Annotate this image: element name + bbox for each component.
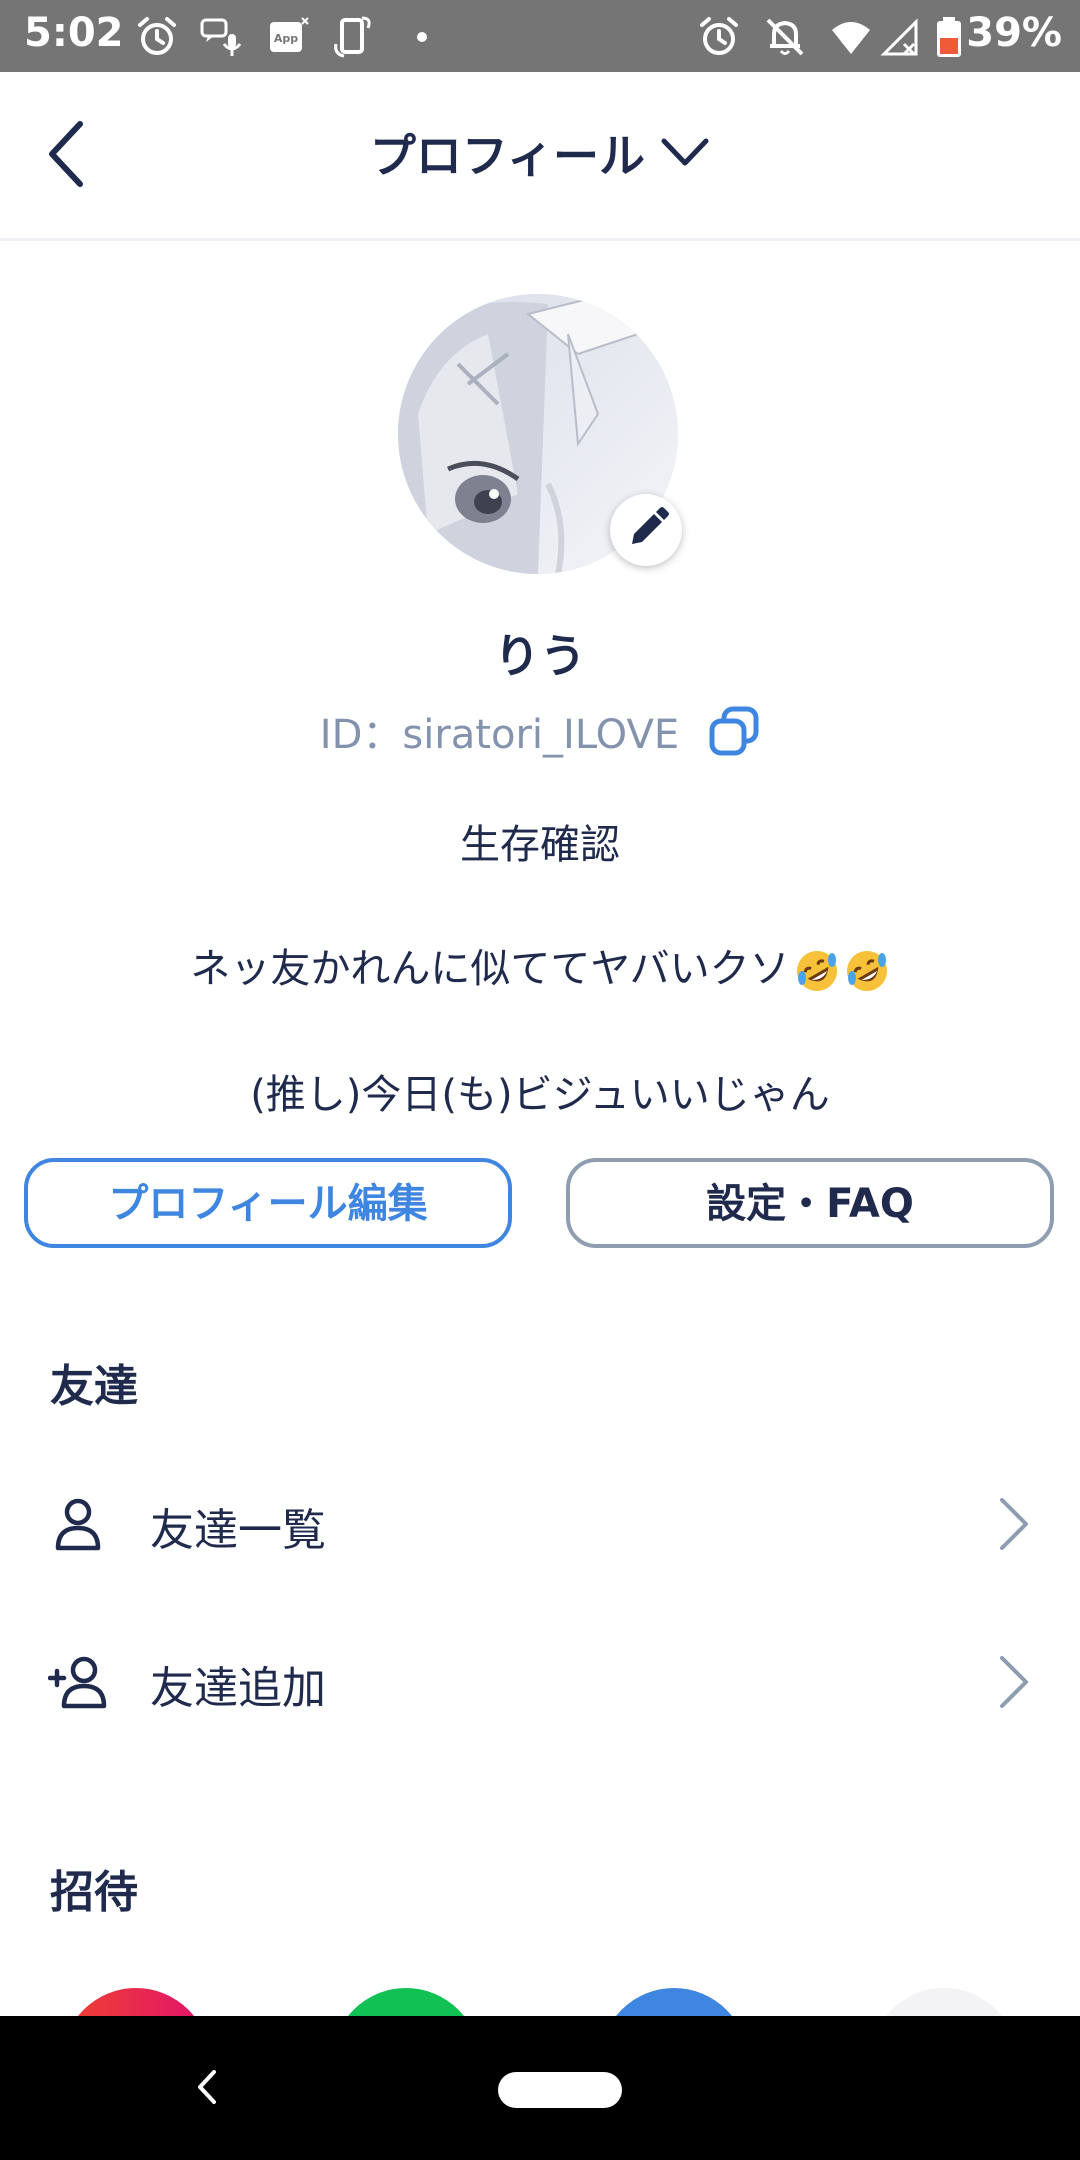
rolling-laughing-emoji: [846, 951, 887, 991]
chevron-down-icon: [661, 138, 709, 166]
bell-off-icon: [766, 18, 804, 56]
bio-line-2: ネッ友かれんに似ててヤバいクソ: [40, 936, 1040, 994]
alarm-icon: [700, 17, 738, 55]
header-title-dropdown[interactable]: プロフィール: [0, 120, 1080, 186]
battery-percent: 39%: [966, 10, 1062, 56]
bio-line-3: (推し)今日(も)ビジュいいじゃん: [250, 1072, 830, 1118]
invite-section-title: 招待: [50, 1867, 138, 1918]
add-friend-item[interactable]: 友達追加: [0, 1626, 1080, 1736]
status-time: 5:02: [24, 10, 124, 56]
bio-line-1: 生存確認: [460, 822, 620, 868]
system-nav-bar: [0, 2016, 1080, 2160]
pencil-icon: [632, 507, 669, 544]
chevron-right-icon: [1000, 1656, 1028, 1708]
avatar-container: [398, 294, 682, 574]
app-icon: App: [270, 17, 309, 52]
user-name: りう: [494, 629, 586, 683]
header-bar: プロフィール: [0, 72, 1080, 241]
friends-section-title: 友達: [50, 1361, 138, 1412]
person-add-icon: [48, 1656, 107, 1709]
rolling-laughing-emoji: [796, 951, 837, 991]
profile-screen: 5:02 App 39% プロフィール りう ID：siratori_ILOVE…: [0, 0, 1080, 2160]
page-title: プロフィール: [369, 129, 645, 183]
wifi-icon: [832, 22, 870, 54]
user-id: ID：siratori_ILOVE: [319, 712, 680, 758]
screen-rotate-icon: [334, 16, 371, 58]
dot-icon: [417, 32, 427, 42]
bio-line-2-text: ネッ友かれんに似ててヤバいクソ: [190, 946, 790, 992]
add-friend-label: 友達追加: [150, 1663, 326, 1714]
nav-home-pill[interactable]: [498, 2072, 622, 2108]
nav-back-icon[interactable]: [192, 2062, 222, 2112]
friend-list-item[interactable]: 友達一覧: [0, 1468, 1080, 1578]
edit-profile-button[interactable]: プロフィール編集: [24, 1158, 512, 1248]
chevron-right-icon: [1000, 1498, 1028, 1550]
edit-avatar-button[interactable]: [610, 494, 682, 566]
svg-text:App: App: [274, 32, 298, 45]
copy-icon[interactable]: [708, 705, 760, 757]
status-bar: 5:02 App 39%: [0, 0, 1080, 72]
battery-icon: [937, 17, 961, 57]
chat-mic-icon: [200, 18, 242, 56]
settings-faq-button[interactable]: 設定・FAQ: [566, 1158, 1054, 1248]
user-id-row: ID：siratori_ILOVE: [0, 702, 1080, 760]
person-icon: [55, 1498, 101, 1551]
signal-icon: [880, 18, 918, 56]
alarm-icon: [138, 17, 176, 55]
friend-list-label: 友達一覧: [150, 1505, 326, 1556]
